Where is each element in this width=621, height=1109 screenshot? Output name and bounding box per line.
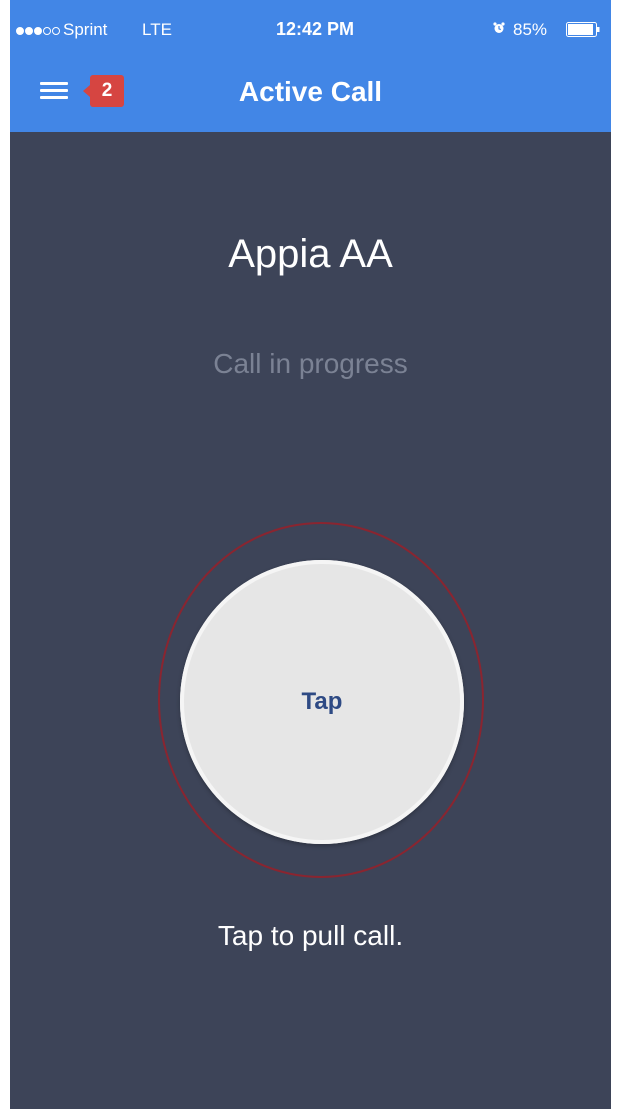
signal-strength-icon [16, 27, 60, 35]
status-bar: Sprint LTE 12:42 PM 85% [10, 0, 611, 56]
page-title: Active Call [238, 76, 383, 107]
active-call-screen: Sprint LTE 12:42 PM 85% 2 Active Call Ap… [10, 0, 611, 1109]
tap-button-label: Tap [301, 688, 343, 715]
status-time: 12:42 PM [276, 19, 355, 39]
network-type: LTE [142, 20, 172, 39]
nav-bar: 2 Active Call [10, 56, 611, 132]
carrier-name: Sprint [63, 20, 108, 39]
call-status: Call in progress [213, 348, 408, 379]
alarm-clock-icon [493, 22, 505, 33]
contact-name: Appia AA [228, 232, 393, 276]
battery-icon [566, 22, 600, 37]
instruction-text: Tap to pull call. [217, 920, 404, 951]
tap-button[interactable]: Tap [180, 560, 464, 844]
battery-percent: 85% [513, 20, 548, 39]
top-bar: Sprint LTE 12:42 PM 85% 2 Active Call [10, 0, 611, 132]
